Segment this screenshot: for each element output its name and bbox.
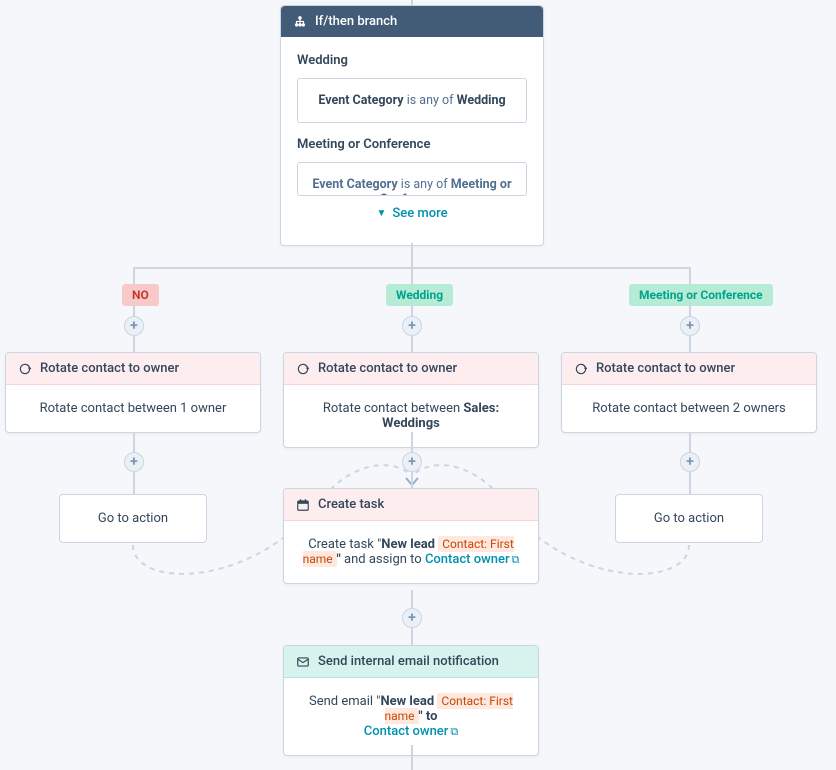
add-button-2b[interactable]: +: [402, 452, 422, 472]
email-header-label: Send internal email notification: [318, 654, 499, 669]
rotate-icon: [18, 362, 32, 376]
calendar-icon: [296, 498, 310, 512]
chevron-down-icon: ▼: [376, 208, 386, 219]
add-button-2a[interactable]: +: [402, 316, 422, 336]
goto-label-1: Go to action: [98, 511, 168, 526]
rotate-header-3: Rotate contact to owner: [562, 353, 816, 385]
task-body: Create task "New lead Contact: First nam…: [284, 521, 538, 583]
task-pre: Create task ": [308, 537, 381, 552]
branch-icon: [293, 15, 307, 29]
branch-header: If/then branch: [281, 6, 543, 37]
add-button-3b[interactable]: +: [680, 452, 700, 472]
add-button-1b[interactable]: +: [124, 452, 144, 472]
see-more-link[interactable]: ▼ See more: [297, 200, 527, 229]
rotate-header-2: Rotate contact to owner: [284, 353, 538, 385]
add-button-3a[interactable]: +: [680, 316, 700, 336]
filter1-val: Wedding: [457, 93, 506, 108]
email-pre: Send email ": [309, 694, 380, 709]
rotate-header-3-label: Rotate contact to owner: [596, 361, 735, 376]
rotate-icon: [574, 362, 588, 376]
if-then-branch-card[interactable]: If/then branch Wedding Event Category is…: [280, 5, 544, 246]
branch-group-1-title: Wedding: [297, 53, 527, 68]
rotate-body-2-pre: Rotate contact between: [323, 401, 464, 416]
email-quote-end: " to: [419, 709, 438, 724]
filter-box-1[interactable]: Event Category is any of Wedding: [297, 78, 527, 123]
email-card[interactable]: Send internal email notification Send em…: [283, 645, 539, 756]
branch-group-2-title: Meeting or Conference: [297, 137, 527, 152]
rotate-header-1-label: Rotate contact to owner: [40, 361, 179, 376]
goto-action-2[interactable]: Go to action: [615, 494, 763, 543]
task-owner-link[interactable]: Contact owner: [425, 552, 510, 567]
email-icon: [296, 655, 310, 669]
goto-action-1[interactable]: Go to action: [59, 494, 207, 543]
add-button-1a[interactable]: +: [124, 316, 144, 336]
filter1-prop: Event Category: [318, 93, 403, 108]
external-link-icon: ⧉: [512, 553, 520, 566]
task-lead: New lead: [381, 537, 438, 552]
email-body: Send email "New lead Contact: First name…: [284, 678, 538, 755]
external-link-icon: ⧉: [450, 725, 458, 738]
rotate-card-1[interactable]: Rotate contact to owner Rotate contact b…: [5, 352, 261, 433]
rotate-body-3: Rotate contact between 2 owners: [562, 385, 816, 432]
branch-label-no: NO: [122, 284, 159, 306]
email-header: Send internal email notification: [284, 646, 538, 678]
branch-body: Wedding Event Category is any of Wedding…: [281, 37, 543, 245]
task-header-label: Create task: [318, 497, 384, 512]
filter1-op: is any of: [407, 93, 454, 108]
rotate-icon: [296, 362, 310, 376]
add-button-task[interactable]: +: [402, 608, 422, 628]
create-task-card[interactable]: Create task Create task "New lead Contac…: [283, 488, 539, 584]
task-assign: and assign to: [341, 552, 425, 567]
filter-box-2[interactable]: Event Category is any of Meeting or Conf…: [297, 162, 527, 196]
rotate-card-3[interactable]: Rotate contact to owner Rotate contact b…: [561, 352, 817, 433]
task-header: Create task: [284, 489, 538, 521]
branch-label-meeting: Meeting or Conference: [629, 284, 773, 306]
rotate-body-1: Rotate contact between 1 owner: [6, 385, 260, 432]
branch-title: If/then branch: [315, 14, 397, 29]
filter2-prop: Event Category: [312, 177, 397, 192]
rotate-header-1: Rotate contact to owner: [6, 353, 260, 385]
email-owner-link[interactable]: Contact owner: [364, 724, 449, 739]
goto-label-2: Go to action: [654, 511, 724, 526]
branch-label-wedding: Wedding: [386, 284, 453, 306]
email-lead: New lead: [380, 694, 437, 709]
see-more-label: See more: [392, 206, 447, 221]
filter2-op: is any of: [401, 177, 448, 192]
rotate-header-2-label: Rotate contact to owner: [318, 361, 457, 376]
